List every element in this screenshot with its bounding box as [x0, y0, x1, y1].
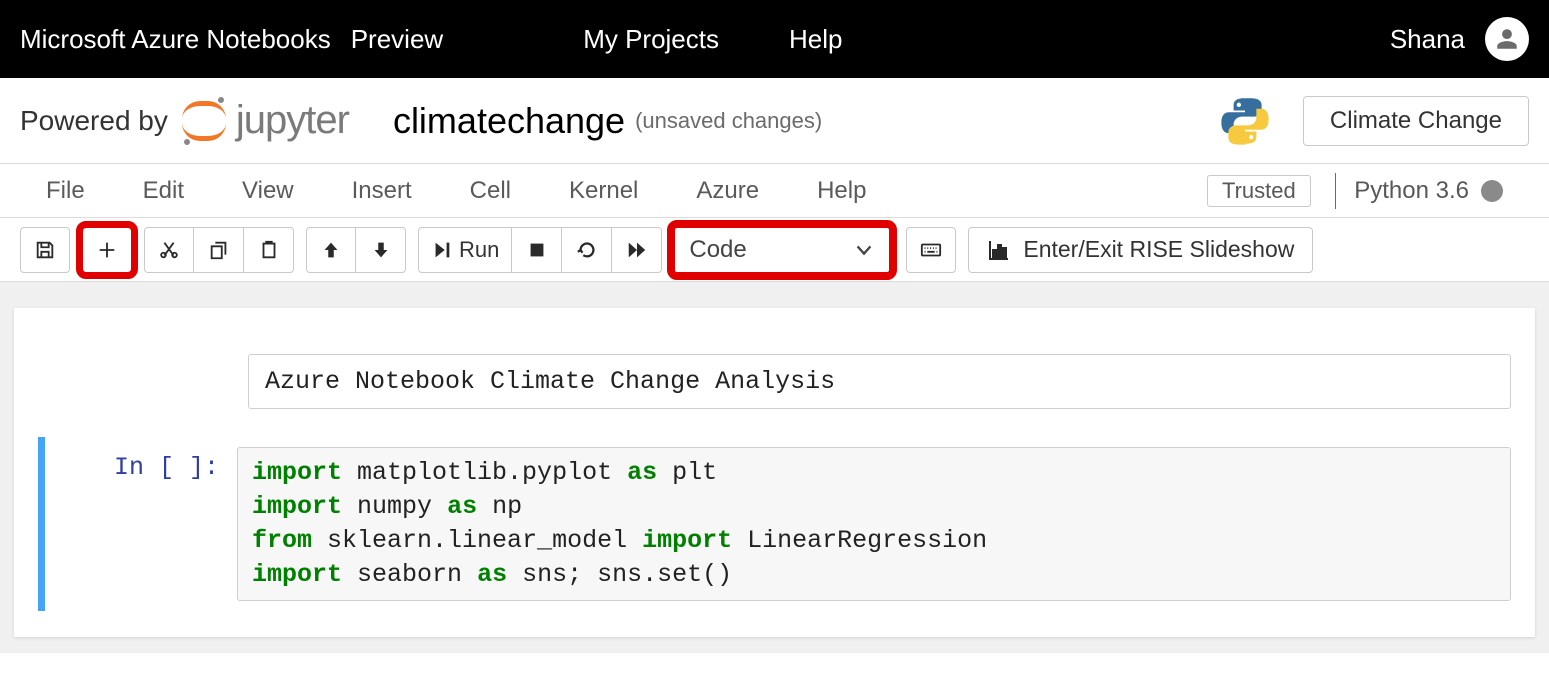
toolbar: Run Code Enter/Exit RISE Slideshow [0, 218, 1549, 282]
move-down-button[interactable] [356, 227, 406, 273]
play-step-icon [431, 239, 453, 261]
rise-slideshow-button[interactable]: Enter/Exit RISE Slideshow [968, 227, 1313, 273]
arrow-down-icon [370, 239, 392, 261]
menu-file[interactable]: File [46, 177, 85, 205]
azure-topbar: Microsoft Azure Notebooks Preview My Pro… [0, 0, 1549, 78]
plus-icon [96, 239, 118, 261]
code-cell[interactable]: In [ ]: import matplotlib.pyplot as plt … [38, 437, 1511, 611]
trusted-indicator[interactable]: Trusted [1207, 175, 1311, 207]
cell-type-value: Code [689, 236, 746, 264]
paste-button[interactable] [244, 227, 294, 273]
paste-icon [258, 239, 280, 261]
menu-cell[interactable]: Cell [470, 177, 511, 205]
nav-my-projects[interactable]: My Projects [583, 24, 719, 55]
run-button[interactable]: Run [418, 227, 512, 273]
raw-cell-text[interactable]: Azure Notebook Climate Change Analysis [248, 354, 1511, 409]
jupyter-header: Powered by jupyter climatechange (unsave… [0, 78, 1549, 164]
arrow-up-icon [320, 239, 342, 261]
menu-azure[interactable]: Azure [696, 177, 759, 205]
cut-icon [158, 239, 180, 261]
nav-help[interactable]: Help [789, 24, 842, 55]
chevron-down-icon [853, 239, 875, 261]
input-prompt: In [ ]: [45, 447, 237, 601]
jupyter-text: jupyter [236, 98, 349, 143]
notebook-name[interactable]: climatechange [393, 100, 625, 142]
restart-run-all-button[interactable] [612, 227, 662, 273]
rise-label: Enter/Exit RISE Slideshow [1023, 236, 1294, 263]
bar-chart-icon [987, 238, 1011, 262]
refresh-icon [576, 239, 598, 261]
person-icon [1494, 26, 1520, 52]
cut-button[interactable] [144, 227, 194, 273]
kernel-select-button[interactable]: Climate Change [1303, 96, 1529, 146]
menu-edit[interactable]: Edit [143, 177, 184, 205]
code-input-area[interactable]: import matplotlib.pyplot as plt import n… [237, 447, 1511, 601]
menu-help[interactable]: Help [817, 177, 866, 205]
unsaved-label: (unsaved changes) [635, 108, 822, 134]
kernel-name: Python 3.6 [1354, 177, 1469, 205]
run-label: Run [459, 237, 499, 263]
save-icon [34, 239, 56, 261]
user-avatar[interactable] [1485, 17, 1529, 61]
username-label: Shana [1390, 24, 1465, 55]
jupyter-icon [182, 99, 226, 143]
keyboard-icon [920, 239, 942, 261]
powered-by-label: Powered by [20, 105, 168, 137]
move-up-button[interactable] [306, 227, 356, 273]
cells-container: Azure Notebook Climate Change Analysis I… [14, 308, 1535, 637]
menubar: File Edit View Insert Cell Kernel Azure … [0, 164, 1549, 218]
notebook-area: Azure Notebook Climate Change Analysis I… [0, 282, 1549, 653]
command-palette-button[interactable] [906, 227, 956, 273]
python-logo-icon [1217, 93, 1273, 149]
separator [1335, 173, 1337, 209]
save-button[interactable] [20, 227, 70, 273]
fast-forward-icon [626, 239, 648, 261]
brand-label: Microsoft Azure Notebooks [20, 24, 331, 55]
add-cell-button[interactable] [82, 227, 132, 273]
code-content[interactable]: import matplotlib.pyplot as plt import n… [252, 456, 1496, 592]
raw-cell[interactable]: Azure Notebook Climate Change Analysis [248, 354, 1511, 409]
jupyter-logo[interactable]: jupyter [182, 98, 349, 143]
kernel-status-indicator[interactable] [1481, 180, 1503, 202]
copy-icon [208, 239, 230, 261]
preview-label: Preview [351, 24, 443, 55]
menu-kernel[interactable]: Kernel [569, 177, 638, 205]
copy-button[interactable] [194, 227, 244, 273]
menu-insert[interactable]: Insert [352, 177, 412, 205]
stop-icon [526, 239, 548, 261]
cell-type-dropdown[interactable]: Code [674, 227, 890, 273]
stop-button[interactable] [512, 227, 562, 273]
menu-view[interactable]: View [242, 177, 294, 205]
restart-button[interactable] [562, 227, 612, 273]
